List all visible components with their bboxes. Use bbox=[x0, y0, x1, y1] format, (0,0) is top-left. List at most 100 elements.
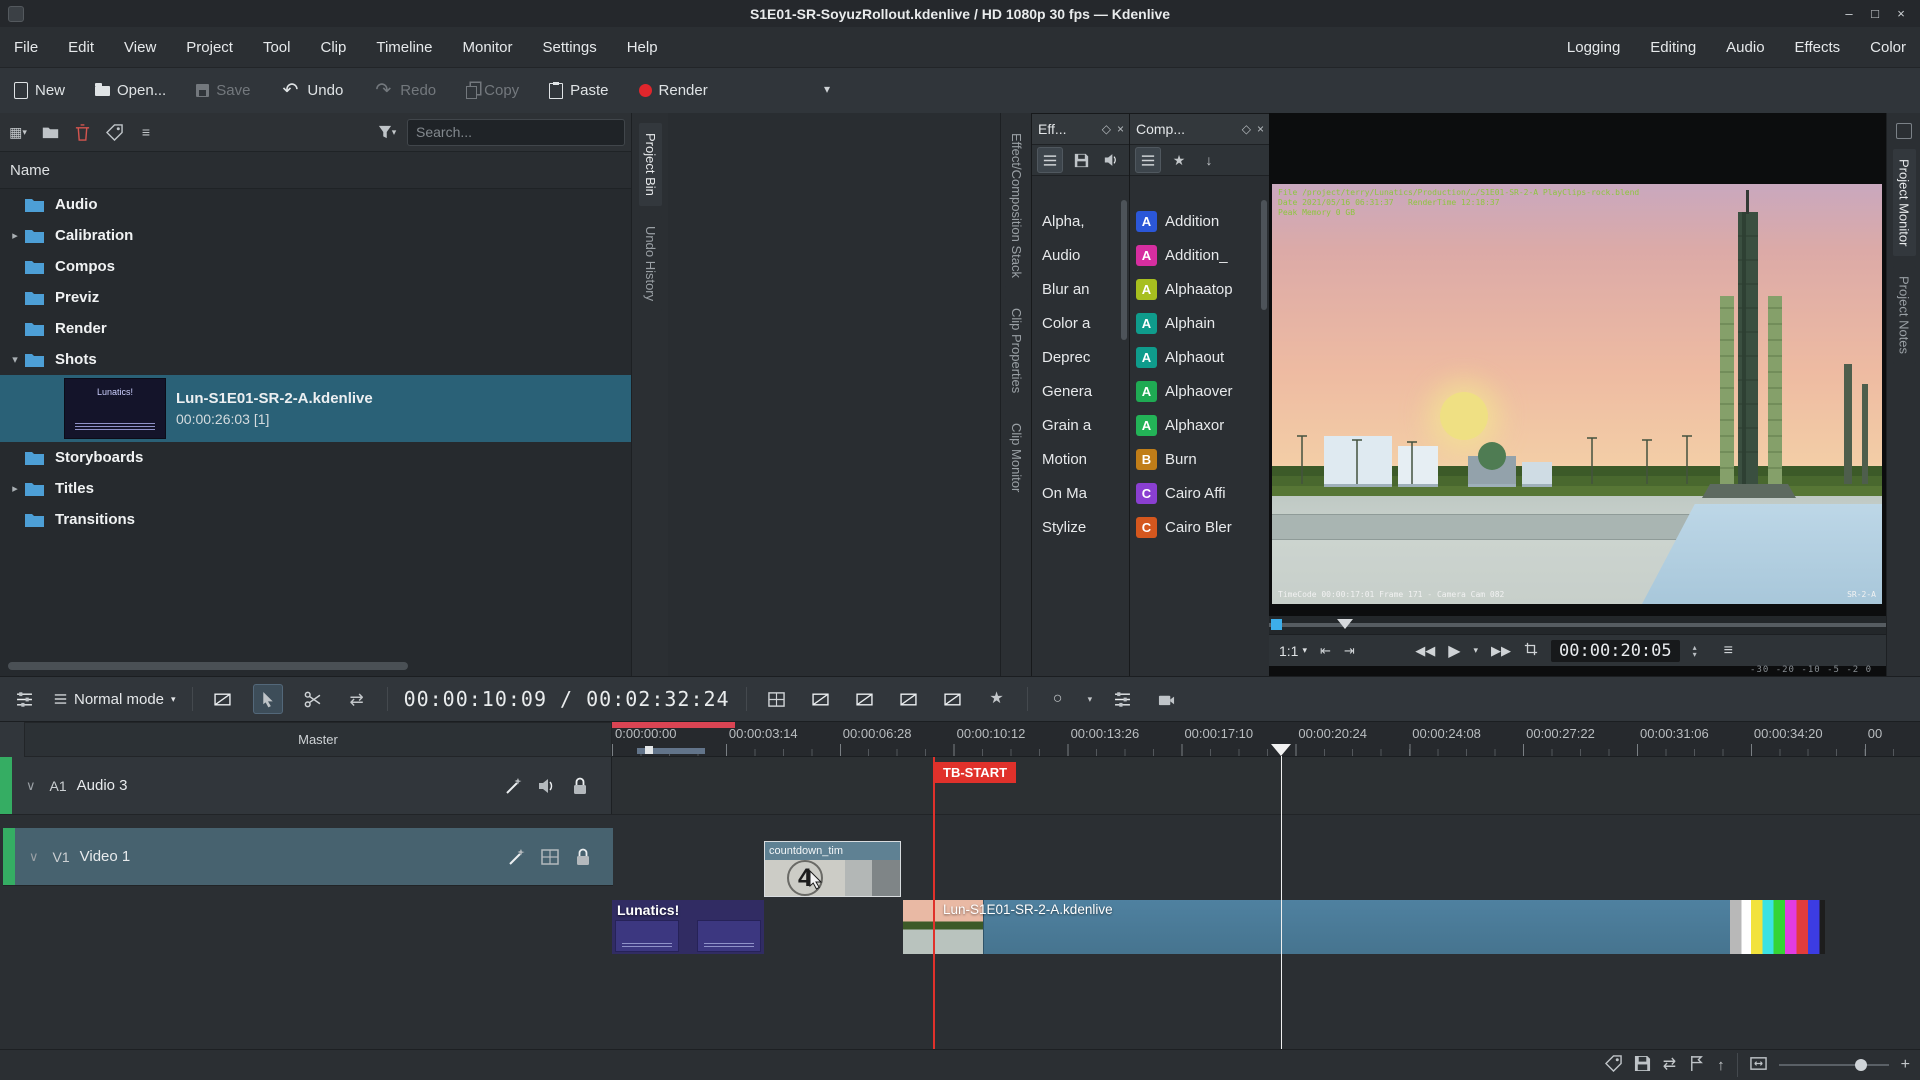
menu-item[interactable]: Project bbox=[186, 39, 233, 56]
float-panel-icon[interactable]: ◇ bbox=[1242, 122, 1251, 136]
composition-item[interactable]: C Cairo Affi bbox=[1130, 476, 1270, 510]
monitor-seekbar[interactable] bbox=[1269, 616, 1886, 634]
effect-category-item[interactable]: Alpha, bbox=[1032, 204, 1130, 238]
toolbar-button[interactable]: Redo bbox=[373, 81, 436, 101]
timecode-spinner[interactable]: ▴▾ bbox=[1693, 644, 1697, 658]
bin-folder-row[interactable]: Previz bbox=[0, 282, 631, 313]
effect-category-item[interactable]: Motion bbox=[1032, 442, 1130, 476]
dock-tab[interactable]: Project Bin bbox=[639, 123, 662, 206]
compositions-scrollbar[interactable] bbox=[1261, 200, 1267, 310]
monitor-zone-marker[interactable] bbox=[1271, 619, 1282, 630]
bin-folder-row[interactable]: Transitions bbox=[0, 504, 631, 535]
rewind-button[interactable]: ◀◀ bbox=[1415, 643, 1435, 659]
dock-tab[interactable]: Project Notes bbox=[1893, 266, 1916, 364]
effect-category-item[interactable]: Deprec bbox=[1032, 340, 1130, 374]
bin-delete-button[interactable] bbox=[70, 120, 94, 144]
toolbar-button[interactable]: Open... bbox=[95, 82, 166, 99]
compositions-download-button[interactable]: ↓ bbox=[1197, 148, 1221, 172]
toolbar-button[interactable]: Save bbox=[196, 82, 250, 99]
window-control-button[interactable]: – bbox=[1838, 5, 1860, 23]
monitor-video-frame[interactable]: File /project/terry/Lunatics/Production/… bbox=[1272, 184, 1882, 604]
effect-category-item[interactable]: Stylize bbox=[1032, 510, 1130, 544]
workspace-item[interactable]: Effects bbox=[1795, 39, 1841, 56]
timeline-zone-handle[interactable] bbox=[645, 746, 653, 754]
bin-add-folder-button[interactable] bbox=[38, 120, 62, 144]
transition-button-2[interactable] bbox=[851, 685, 879, 713]
window-control-button[interactable]: × bbox=[1890, 5, 1912, 23]
track-name[interactable]: Video 1 bbox=[80, 848, 131, 865]
effect-category-item[interactable]: Grain a bbox=[1032, 408, 1130, 442]
effects-scrollbar[interactable] bbox=[1121, 200, 1127, 340]
composition-item[interactable]: A Alphaatop bbox=[1130, 272, 1270, 306]
selection-tool-button[interactable] bbox=[253, 684, 283, 714]
status-up-button[interactable]: ↑ bbox=[1717, 1058, 1725, 1073]
monitor-zoom-select[interactable]: 1:1▾ bbox=[1279, 643, 1307, 659]
expand-arrow-icon[interactable]: ▸ bbox=[0, 229, 24, 242]
track-lock-icon[interactable] bbox=[571, 777, 589, 795]
playhead-handle[interactable] bbox=[1271, 744, 1291, 756]
menu-item[interactable]: View bbox=[124, 39, 156, 56]
composition-item[interactable]: A Alphaxor bbox=[1130, 408, 1270, 442]
bin-clip-row[interactable]: Lunatics! Lun-S1E01-SR-2-A.kdenlive 00:0… bbox=[0, 375, 631, 442]
monitor-timecode[interactable]: 00:00:20:05 bbox=[1551, 640, 1680, 662]
track-arm-indicator[interactable] bbox=[0, 757, 12, 814]
composition-item[interactable]: A Addition bbox=[1130, 204, 1270, 238]
track-collapse-icon[interactable]: ∨ bbox=[15, 849, 39, 865]
timeline-clip-lunatics[interactable]: Lunatics! bbox=[612, 900, 764, 954]
menu-item[interactable]: Help bbox=[627, 39, 658, 56]
timeline-zoom-slider[interactable] bbox=[1779, 1064, 1889, 1066]
effect-category-item[interactable]: On Ma bbox=[1032, 476, 1130, 510]
composition-item[interactable]: C Cairo Bler bbox=[1130, 510, 1270, 544]
status-swap-button[interactable]: ⇄ bbox=[1663, 1057, 1676, 1073]
menu-item[interactable]: Clip bbox=[321, 39, 347, 56]
expand-arrow-icon[interactable]: ▸ bbox=[0, 482, 24, 495]
composition-item[interactable]: B Burn bbox=[1130, 442, 1270, 476]
float-panel-icon[interactable]: ◇ bbox=[1102, 122, 1111, 136]
transition-button-3[interactable] bbox=[895, 685, 923, 713]
record-button[interactable]: ○ bbox=[1044, 685, 1072, 713]
render-chevron-icon[interactable]: ▾ bbox=[824, 82, 830, 96]
play-button[interactable]: ▶ bbox=[1448, 641, 1460, 661]
menu-item[interactable]: File bbox=[14, 39, 38, 56]
composition-item[interactable]: A Addition_ bbox=[1130, 238, 1270, 272]
zone-in-button[interactable]: ⇤ bbox=[1320, 643, 1331, 659]
effects-list-view-button[interactable] bbox=[1037, 147, 1063, 173]
bin-folder-row[interactable]: Storyboards bbox=[0, 442, 631, 473]
workspace-item[interactable]: Audio bbox=[1726, 39, 1764, 56]
composition-item[interactable]: A Alphaover bbox=[1130, 374, 1270, 408]
effects-audio-filter-button[interactable] bbox=[1099, 148, 1123, 172]
transition-button-1[interactable] bbox=[807, 685, 835, 713]
dock-tab[interactable]: Effect/Composition Stack bbox=[1005, 123, 1028, 288]
dock-tab[interactable]: Clip Properties bbox=[1005, 298, 1028, 403]
forward-button[interactable]: ▶▶ bbox=[1491, 643, 1511, 659]
effect-category-item[interactable]: Blur an bbox=[1032, 272, 1130, 306]
menu-item[interactable]: Edit bbox=[68, 39, 94, 56]
track-thumbnails-icon[interactable] bbox=[541, 848, 559, 866]
zone-out-button[interactable]: ⇥ bbox=[1344, 643, 1355, 659]
track-collapse-icon[interactable]: ∨ bbox=[12, 778, 36, 794]
track-arm-indicator[interactable] bbox=[3, 828, 15, 885]
composition-item[interactable]: A Alphaout bbox=[1130, 340, 1270, 374]
compositions-list-view-button[interactable] bbox=[1135, 147, 1161, 173]
zone-crop-button[interactable] bbox=[1524, 642, 1538, 659]
master-track-button[interactable]: Master bbox=[24, 722, 612, 757]
track-size-button[interactable] bbox=[10, 685, 38, 713]
bin-folder-row[interactable]: ▾ Shots bbox=[0, 344, 631, 375]
monitor-menu-button[interactable]: ≡ bbox=[1724, 642, 1733, 660]
close-panel-icon[interactable]: × bbox=[1257, 122, 1264, 136]
menu-item[interactable]: Timeline bbox=[376, 39, 432, 56]
track-name[interactable]: Audio 3 bbox=[77, 777, 128, 794]
preview-render-button[interactable] bbox=[1152, 685, 1180, 713]
timeline-clip-countdown[interactable]: countdown_tim 4 bbox=[765, 842, 900, 896]
workspace-item[interactable]: Editing bbox=[1650, 39, 1696, 56]
track-lock-icon[interactable] bbox=[574, 848, 592, 866]
track-effects-icon[interactable] bbox=[505, 777, 523, 795]
bin-view-mode-button[interactable]: ▦▾ bbox=[6, 120, 30, 144]
menu-item[interactable]: Monitor bbox=[462, 39, 512, 56]
status-flag-button[interactable] bbox=[1688, 1055, 1705, 1075]
workspace-item[interactable]: Color bbox=[1870, 39, 1906, 56]
bin-filter-button[interactable]: ▾ bbox=[375, 120, 399, 144]
dock-tab[interactable]: Clip Monitor bbox=[1005, 413, 1028, 502]
spacer-tool-button[interactable]: ⇄ bbox=[343, 685, 371, 713]
chevron-down-icon[interactable]: ▾ bbox=[1088, 695, 1093, 704]
